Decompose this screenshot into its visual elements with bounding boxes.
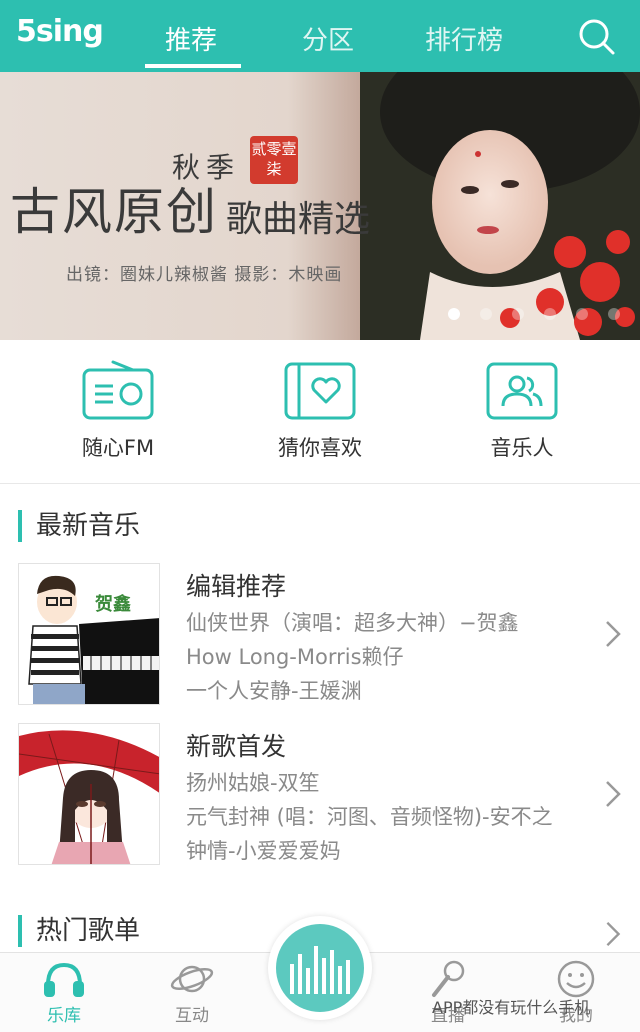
banner-seal: 贰零壹柒 (250, 136, 298, 184)
nav-library[interactable]: 乐库 (24, 959, 104, 1026)
carousel-dot[interactable] (544, 308, 556, 320)
music-card-new-release[interactable]: 新歌首发 扬州姑娘-双笙 元气封神 (唱：河图、音频怪物)-安不之 钟情-小爱爱… (18, 723, 622, 865)
banner-credit: 出镜：圈妹儿辣椒酱 摄影：木映画 (66, 265, 343, 285)
card-title: 编辑推荐 (186, 572, 287, 601)
tab-ranking[interactable]: 排行榜 (425, 20, 503, 57)
nav-interact-label: 互动 (175, 1006, 209, 1026)
promo-banner[interactable]: 秋季 贰零壹柒 古风原创 歌曲精选 出镜：圈妹儿辣椒酱 摄影：木映画 (0, 72, 640, 340)
quick-guess[interactable]: 猜你喜欢 (240, 360, 400, 462)
quick-musician[interactable]: 音乐人 (442, 360, 602, 462)
center-play-button[interactable] (268, 916, 372, 1020)
card-song-line: 钟情-小爱爱爱妈 (186, 839, 341, 863)
umbrella-girl-illustration (19, 724, 159, 864)
chevron-right-icon[interactable] (604, 619, 622, 649)
chevron-right-icon[interactable] (604, 779, 622, 809)
app-logo[interactable]: 5sing (16, 14, 104, 49)
planet-icon (170, 965, 214, 993)
carousel-dot[interactable] (576, 308, 588, 320)
card-thumbnail: 贺鑫 (18, 563, 160, 705)
microphone-icon (432, 960, 465, 997)
quick-fm-label: 随心FM (81, 436, 155, 460)
quick-musician-label: 音乐人 (490, 436, 554, 460)
card-song-line: 元气封神 (唱：河图、音频怪物)-安不之 (186, 805, 553, 829)
carousel-dots (448, 308, 628, 324)
carousel-dot[interactable] (608, 308, 620, 320)
smiley-icon (557, 960, 595, 998)
hot-playlists-heading: 热门歌单 (18, 915, 140, 947)
quick-fm[interactable]: 随心FM (38, 360, 198, 462)
card-song-line: 扬州姑娘-双笙 (186, 771, 320, 795)
active-tab-indicator (145, 64, 241, 68)
nav-interact[interactable]: 互动 (152, 959, 232, 1026)
card-song-line: 仙侠世界（演唱：超多大神）−贺鑫 (186, 611, 519, 635)
piano-boy-illustration (19, 564, 159, 704)
card-thumbnail (18, 723, 160, 865)
banner-photo (360, 72, 640, 340)
chevron-right-icon[interactable] (604, 920, 622, 948)
search-icon[interactable] (576, 16, 616, 56)
heart-book-icon (284, 362, 356, 420)
banner-title-main: 古风原创 (10, 183, 218, 241)
carousel-dot[interactable] (480, 308, 492, 320)
tab-recommend[interactable]: 推荐 (165, 20, 217, 57)
users-icon (486, 362, 558, 420)
radio-icon (82, 360, 154, 420)
card-song-line: 一个人安静-王媛渊 (186, 679, 362, 703)
top-header: 5sing 推荐 分区 排行榜 (0, 0, 640, 72)
headphones-icon (44, 962, 84, 997)
nav-library-label: 乐库 (47, 1006, 81, 1026)
music-card-editor-pick[interactable]: 贺鑫 编辑推荐 仙侠世界（演唱：超多大神）−贺鑫 How Long-Morris… (18, 563, 622, 705)
carousel-dot[interactable] (512, 308, 524, 320)
watermark-text: APP都没有玩什么手机 (432, 998, 591, 1017)
card-title: 新歌首发 (186, 732, 287, 761)
card-song-line: How Long-Morris赖仔 (186, 645, 404, 669)
carousel-dot[interactable] (448, 308, 460, 320)
thumb-caption: 贺鑫 (95, 594, 131, 615)
quick-guess-label: 猜你喜欢 (278, 436, 362, 460)
equalizer-icon (276, 924, 364, 1012)
banner-title-sub: 歌曲精选 (226, 199, 371, 240)
tab-category[interactable]: 分区 (302, 20, 354, 57)
latest-music-heading: 最新音乐 (18, 510, 140, 542)
quick-entries: 随心FM 猜你喜欢 音乐人 (0, 340, 640, 484)
